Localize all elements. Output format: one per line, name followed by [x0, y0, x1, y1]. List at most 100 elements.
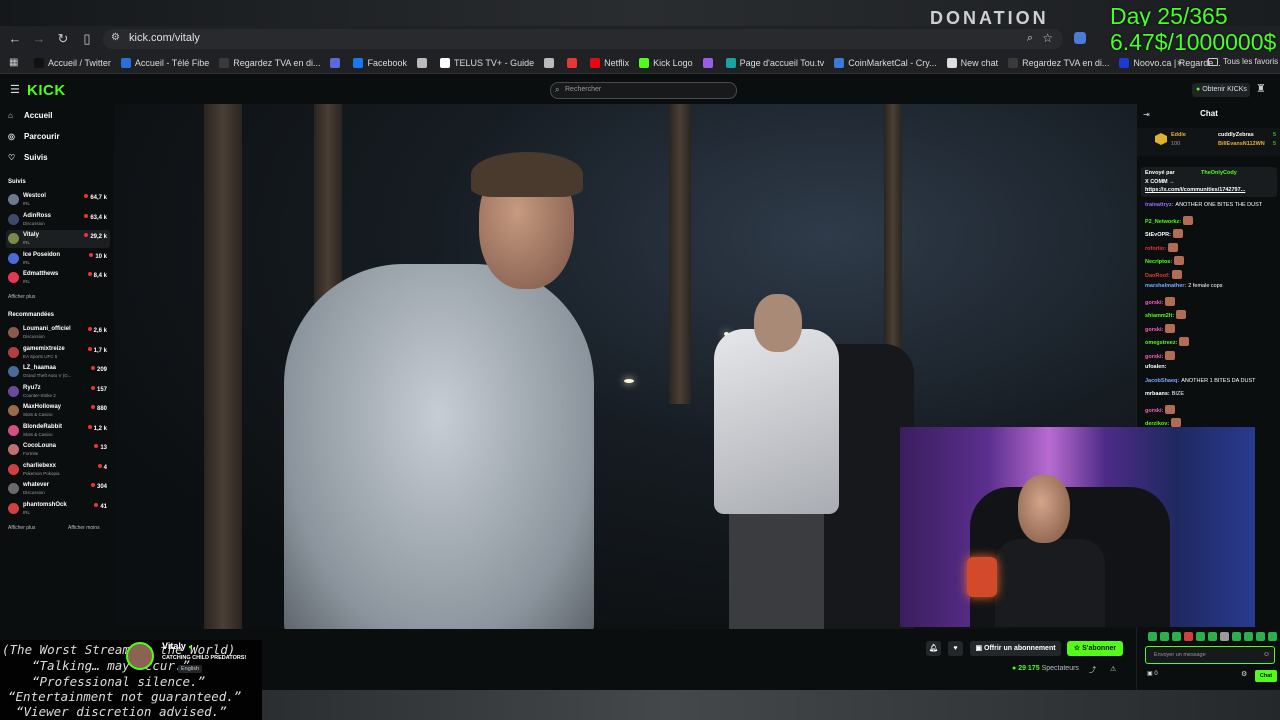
- quick-emote-icon[interactable]: [1220, 632, 1229, 641]
- streamer-name[interactable]: Vitaly ●: [162, 641, 193, 651]
- quick-emote-icon[interactable]: [1172, 632, 1181, 641]
- chat-username[interactable]: trainattryz:: [1145, 202, 1173, 208]
- kick-logo[interactable]: KICK: [27, 82, 66, 99]
- sidebar-channel[interactable]: phantomshOck IRL 41: [6, 500, 110, 518]
- bookmark-item[interactable]: Page d'accueil Tou.tv: [725, 57, 824, 68]
- bookmark-item[interactable]: [544, 57, 558, 68]
- more-bookmarks-icon[interactable]: »: [1177, 57, 1182, 67]
- sidebar-channel[interactable]: Westcol IRL 64,7 k: [6, 191, 110, 209]
- chat-username[interactable]: Necriptos:: [1145, 259, 1172, 265]
- quick-emote-icon[interactable]: [1232, 632, 1241, 641]
- nav-home[interactable]: ⌂ Accueil: [8, 111, 52, 120]
- pinned-link[interactable]: https://x.com/i/communities/1742797...: [1145, 187, 1245, 193]
- chat-message[interactable]: marshalmather: 2 female cops: [1145, 283, 1223, 289]
- site-info-icon[interactable]: ⚙: [111, 32, 120, 43]
- all-bookmarks-folder[interactable]: Tous les favoris: [1208, 57, 1278, 66]
- chat-message[interactable]: DaoRoof:: [1145, 269, 1182, 279]
- gift-sub-button[interactable]: ▣ Offrir un abonnement: [970, 641, 1061, 656]
- quick-emote-icon[interactable]: [1196, 632, 1205, 641]
- streamer-avatar[interactable]: [126, 642, 154, 670]
- chat-message[interactable]: P2_Networkz:: [1145, 215, 1194, 225]
- quick-emote-icon[interactable]: [1160, 632, 1169, 641]
- back-icon[interactable]: ←: [7, 31, 23, 47]
- more-options-icon[interactable]: ⚠: [1110, 665, 1116, 673]
- quick-emote-icon[interactable]: [1208, 632, 1217, 641]
- chat-message[interactable]: omegstreez:: [1145, 337, 1190, 346]
- bookmark-item[interactable]: Accueil / Twitter: [34, 57, 111, 68]
- user-menu-icon[interactable]: ♜: [1256, 82, 1266, 95]
- nav-following[interactable]: ♡ Suivis: [8, 153, 48, 162]
- chat-username[interactable]: roforlio:: [1145, 246, 1166, 252]
- bookmark-item[interactable]: Regardez TVA en di...: [1008, 57, 1109, 68]
- sidebar-channel[interactable]: AdinRoss Discussion 63,4 k: [6, 211, 110, 229]
- bookmark-item[interactable]: Noovo.ca | Regarde...: [1119, 57, 1221, 68]
- sidebar-channel[interactable]: Ryu7z Counter-Strike 2 157: [6, 383, 110, 401]
- emoji-picker-icon[interactable]: ☺: [1263, 651, 1270, 658]
- sidebar-channel[interactable]: Vitaly IRL 29,2 k: [6, 230, 110, 248]
- bookmark-item[interactable]: Kick Logo: [639, 57, 693, 68]
- hamburger-menu-icon[interactable]: ☰: [10, 83, 20, 96]
- subscribe-button[interactable]: ☆ S'abonner: [1067, 641, 1123, 656]
- chat-input[interactable]: Envoyer un message ☺: [1145, 646, 1275, 664]
- url-field[interactable]: ⚙ kick.com/vitaly ⌕ ☆: [103, 29, 1063, 49]
- reload-icon[interactable]: ↻: [55, 31, 71, 47]
- chat-message[interactable]: StEvOPR:: [1145, 229, 1183, 238]
- chat-username[interactable]: gorski:: [1145, 327, 1163, 333]
- sidebar-channel[interactable]: BlondeRabbit Slots & Casino 1,2 k: [6, 422, 110, 440]
- follow-heart-icon[interactable]: ♥: [948, 641, 963, 656]
- chat-username[interactable]: gorski:: [1145, 300, 1163, 306]
- quick-emote-icon[interactable]: [1244, 632, 1253, 641]
- sidebar-channel[interactable]: Ice Poseidon IRL 10 k: [6, 250, 110, 268]
- chat-username[interactable]: P2_Networkz:: [1145, 219, 1181, 225]
- chat-message[interactable]: gorski:: [1145, 296, 1176, 306]
- zoom-icon[interactable]: ⌕: [1027, 32, 1033, 45]
- pinned-message[interactable]: Envoyé par TheOnlyCody X COMM → https://…: [1141, 167, 1277, 197]
- chat-message[interactable]: gorski:: [1145, 404, 1176, 414]
- sidebar-channel[interactable]: CocoLouna Fortnite 13: [6, 441, 110, 459]
- chat-username[interactable]: shiamm2lt:: [1145, 313, 1174, 319]
- share-icon[interactable]: ⤴: [1089, 665, 1096, 675]
- chat-message[interactable]: mrbaans: BIZE: [1145, 391, 1184, 397]
- search-input[interactable]: ⌕ Rechercher: [550, 82, 737, 99]
- nav-browse[interactable]: ◎ Parcourir: [8, 132, 60, 141]
- sidebar-channel[interactable]: LZ_haamaa Grand Theft Auto V (G... 209: [6, 363, 110, 381]
- recommended-show-less[interactable]: Afficher moins: [68, 525, 100, 531]
- extension-icon[interactable]: [1074, 32, 1086, 44]
- chat-username[interactable]: omegstreez:: [1145, 340, 1177, 346]
- sidebar-channel[interactable]: Loumani_officiel Discussion 2,6 k: [6, 324, 110, 342]
- bookmark-item[interactable]: Facebook: [353, 57, 407, 68]
- sidebar-channel[interactable]: MaxHolloway Slots & Casino 880: [6, 402, 110, 420]
- chat-username[interactable]: DaoRoof:: [1145, 273, 1170, 279]
- sidebar-toggle-icon[interactable]: ▯: [79, 31, 95, 47]
- bookmark-star-icon[interactable]: ☆: [1042, 31, 1053, 45]
- quick-emote-icon[interactable]: [1184, 632, 1193, 641]
- chat-message[interactable]: derzikov:: [1145, 418, 1182, 427]
- bookmark-item[interactable]: Accueil - Télé Fibe: [120, 57, 209, 68]
- forward-icon[interactable]: →: [31, 31, 47, 47]
- sidebar-channel[interactable]: charliebexx Pokemon Pokopia 4: [6, 461, 110, 479]
- quick-emote-icon[interactable]: [1256, 632, 1265, 641]
- apps-grid-icon[interactable]: ▦: [9, 57, 18, 68]
- chat-message[interactable]: gorski:: [1145, 323, 1176, 333]
- chat-message[interactable]: roforlio:: [1145, 242, 1179, 252]
- bookmark-item[interactable]: New chat: [946, 57, 998, 68]
- notification-bell-icon[interactable]: 🔔︎: [926, 641, 941, 656]
- following-show-more[interactable]: Afficher plus: [8, 294, 35, 300]
- sidebar-channel[interactable]: whatever Discussion 304: [6, 480, 110, 498]
- chat-username[interactable]: mrbaans:: [1145, 391, 1170, 397]
- sidebar-channel[interactable]: gamemixtreize EA Sports UFC 5 1,7 k: [6, 344, 110, 362]
- bookmark-item[interactable]: [416, 57, 431, 68]
- chat-message[interactable]: shiamm2lt:: [1145, 310, 1187, 319]
- chat-settings-icon[interactable]: ⚙: [1241, 670, 1247, 678]
- recommended-show-more[interactable]: Afficher plus: [8, 525, 35, 531]
- bookmark-item[interactable]: Regardez TVA en di...: [219, 57, 320, 68]
- bookmark-item[interactable]: [702, 57, 717, 68]
- chat-message[interactable]: trainattryz: ANOTHER ONE BITES THE DUST: [1145, 202, 1262, 208]
- chat-username[interactable]: marshalmather:: [1145, 283, 1186, 289]
- sidebar-channel[interactable]: Edmatthews IRL 8,4 k: [6, 269, 110, 287]
- bookmark-item[interactable]: Netflix: [590, 57, 629, 68]
- chat-message[interactable]: ufoalen:: [1145, 364, 1166, 370]
- chat-username[interactable]: gorski:: [1145, 408, 1163, 414]
- chat-send-button[interactable]: Chat: [1255, 670, 1277, 682]
- chat-username[interactable]: StEvOPR:: [1145, 232, 1171, 238]
